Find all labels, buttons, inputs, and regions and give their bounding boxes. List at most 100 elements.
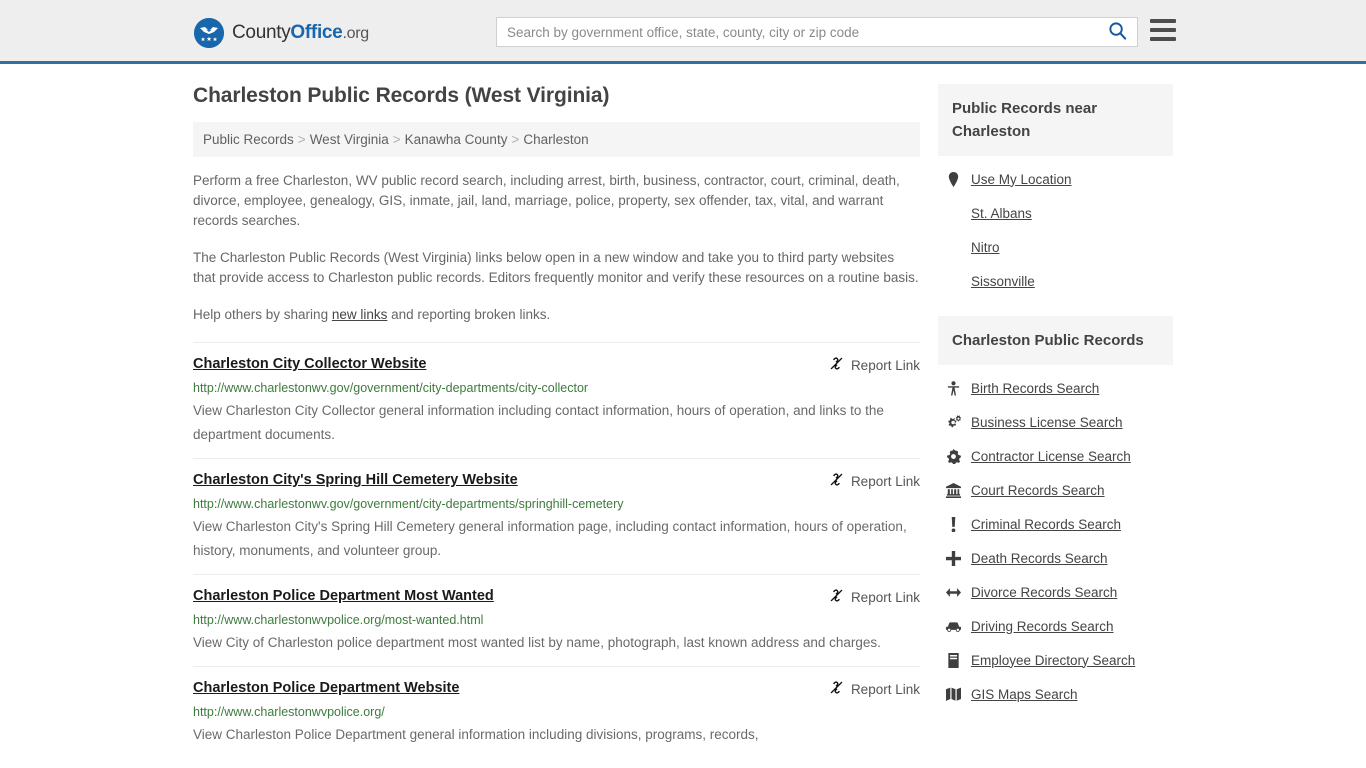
plus-cross-icon bbox=[946, 550, 962, 566]
sidebar-list-item: Nitro bbox=[938, 230, 1173, 264]
sidebar-link-business-license-search[interactable]: Business License Search bbox=[971, 415, 1123, 430]
sidebar-list-item: Contractor License Search bbox=[938, 439, 1173, 473]
report-link-label: Report Link bbox=[850, 473, 920, 489]
charleston-records-heading: Charleston Public Records bbox=[937, 316, 1173, 365]
report-link-button[interactable]: Report Link bbox=[829, 355, 920, 374]
hamburger-bar-2 bbox=[1150, 28, 1176, 32]
sidebar-link-criminal-records-search[interactable]: Criminal Records Search bbox=[971, 517, 1121, 532]
site-header: CountyOffice.org bbox=[0, 0, 1366, 64]
sidebar-link-sissonville[interactable]: Sissonville bbox=[971, 274, 1035, 289]
report-link-button[interactable]: Report Link bbox=[829, 587, 920, 606]
map-icon bbox=[946, 686, 962, 702]
sidebar-list-item: Divorce Records Search bbox=[938, 575, 1173, 609]
result-title-link[interactable]: Charleston City Collector Website bbox=[193, 355, 426, 374]
breadcrumb-separator: > bbox=[511, 132, 520, 147]
sidebar-link-divorce-records-search[interactable]: Divorce Records Search bbox=[971, 585, 1117, 600]
result-item: Charleston City Collector Website Report … bbox=[193, 342, 920, 458]
hamburger-bar-3 bbox=[1150, 37, 1176, 41]
cogs-icon bbox=[946, 414, 962, 430]
result-header: Charleston Police Department Website Repo… bbox=[193, 679, 920, 698]
search-icon bbox=[1108, 21, 1127, 43]
intro-paragraph-3: Help others by sharing new links and rep… bbox=[193, 305, 920, 325]
result-title-link[interactable]: Charleston City's Spring Hill Cemetery W… bbox=[193, 471, 518, 490]
share-text-pre: Help others by sharing bbox=[193, 307, 332, 322]
baby-icon bbox=[946, 380, 962, 396]
report-link-label: Report Link bbox=[850, 357, 920, 373]
sidebar-list-item: Sissonville bbox=[938, 264, 1173, 298]
result-description: View City of Charleston police departmen… bbox=[193, 635, 881, 650]
breadcrumb-item-west-virginia[interactable]: West Virginia bbox=[310, 132, 389, 147]
share-text-post: and reporting broken links. bbox=[387, 307, 551, 322]
sidebar-list-item: Driving Records Search bbox=[938, 609, 1173, 643]
sidebar-list-item: St. Albans bbox=[938, 196, 1173, 230]
breadcrumb-item-public-records[interactable]: Public Records bbox=[203, 132, 294, 147]
sidebar-link-gis-maps-search[interactable]: GIS Maps Search bbox=[971, 687, 1078, 702]
sidebar-link-st-albans[interactable]: St. Albans bbox=[971, 206, 1032, 221]
sidebar-link-use-my-location[interactable]: Use My Location bbox=[971, 172, 1072, 187]
result-item: Charleston Police Department Most Wanted… bbox=[193, 574, 920, 666]
report-link-button[interactable]: Report Link bbox=[829, 679, 920, 698]
sidebar-link-birth-records-search[interactable]: Birth Records Search bbox=[971, 381, 1099, 396]
sidebar-link-contractor-license-search[interactable]: Contractor License Search bbox=[971, 449, 1131, 464]
sidebar-link-nitro[interactable]: Nitro bbox=[971, 240, 1000, 255]
cog-icon bbox=[946, 448, 962, 464]
no-icon bbox=[946, 239, 962, 255]
broken-link-icon bbox=[829, 680, 844, 698]
no-icon bbox=[946, 273, 962, 289]
report-link-label: Report Link bbox=[850, 589, 920, 605]
brand-part-office: Office bbox=[290, 22, 343, 43]
main-content: Charleston Public Records (West Virginia… bbox=[193, 84, 920, 758]
new-links-link[interactable]: new links bbox=[332, 307, 388, 322]
report-link-button[interactable]: Report Link bbox=[829, 471, 920, 490]
brand-part-county: County bbox=[232, 22, 291, 43]
result-item: Charleston Police Department Website Repo… bbox=[193, 666, 920, 758]
result-header: Charleston City Collector Website Report … bbox=[193, 355, 920, 374]
sidebar-link-driving-records-search[interactable]: Driving Records Search bbox=[971, 619, 1114, 634]
result-title-link[interactable]: Charleston Police Department Website bbox=[193, 679, 459, 698]
breadcrumb: Public Records > West Virginia > Kanawha Cou… bbox=[193, 122, 920, 157]
charleston-records-panel: Charleston Public Records Birth Records … bbox=[937, 316, 1173, 711]
arrows-horizontal-icon bbox=[946, 584, 962, 600]
nearby-records-heading: Public Records near Charleston bbox=[937, 84, 1173, 156]
sidebar-list-item: Business License Search bbox=[938, 405, 1173, 439]
brand-wordmark: CountyOffice.org bbox=[232, 22, 369, 44]
result-header: Charleston Police Department Most Wanted… bbox=[193, 587, 920, 606]
intro-paragraph-1: Perform a free Charleston, WV public rec… bbox=[193, 173, 900, 228]
sidebar-link-court-records-search[interactable]: Court Records Search bbox=[971, 483, 1105, 498]
result-url-link[interactable]: http://www.charlestonwv.gov/government/c… bbox=[193, 496, 920, 512]
nearby-records-panel: Public Records near Charleston Use My Lo… bbox=[937, 84, 1173, 298]
exclamation-icon bbox=[946, 516, 962, 532]
result-header: Charleston City's Spring Hill Cemetery W… bbox=[193, 471, 920, 490]
sidebar-link-death-records-search[interactable]: Death Records Search bbox=[971, 551, 1108, 566]
result-url-link[interactable]: http://www.charlestonwvpolice.org/ bbox=[193, 704, 920, 720]
nearby-records-list: Use My Location St. Albans Nitro Sissonvill… bbox=[938, 156, 1173, 298]
page-title: Charleston Public Records (West Virginia… bbox=[193, 84, 610, 107]
site-logo[interactable]: CountyOffice.org bbox=[194, 18, 369, 48]
bank-icon bbox=[946, 482, 962, 498]
intro-paragraph-2: The Charleston Public Records (West Virg… bbox=[193, 250, 919, 285]
hamburger-menu-button[interactable] bbox=[1150, 19, 1176, 41]
search-input[interactable] bbox=[497, 18, 1097, 46]
sidebar-list-item: Death Records Search bbox=[938, 541, 1173, 575]
county-office-eagle-logo-icon bbox=[194, 18, 224, 48]
map-pin-icon bbox=[946, 171, 962, 187]
sidebar-list-item: Criminal Records Search bbox=[938, 507, 1173, 541]
result-description: View Charleston Police Department genera… bbox=[193, 727, 759, 742]
breadcrumb-item-charleston: Charleston bbox=[523, 132, 589, 147]
result-url-link[interactable]: http://www.charlestonwvpolice.org/most-w… bbox=[193, 612, 920, 628]
car-icon bbox=[946, 618, 962, 634]
broken-link-icon bbox=[829, 356, 844, 374]
sidebar-list-item: Court Records Search bbox=[938, 473, 1173, 507]
breadcrumb-separator: > bbox=[297, 132, 306, 147]
search-button[interactable] bbox=[1097, 18, 1137, 46]
sidebar-list-item: Employee Directory Search bbox=[938, 643, 1173, 677]
search-bar[interactable] bbox=[496, 17, 1138, 47]
sidebar-link-employee-directory-search[interactable]: Employee Directory Search bbox=[971, 653, 1135, 668]
broken-link-icon bbox=[829, 472, 844, 490]
breadcrumb-item-kanawha-county[interactable]: Kanawha County bbox=[405, 132, 508, 147]
result-description: View Charleston City Collector general i… bbox=[193, 403, 884, 442]
result-description: View Charleston City's Spring Hill Cemet… bbox=[193, 519, 907, 558]
result-title-link[interactable]: Charleston Police Department Most Wanted bbox=[193, 587, 494, 606]
sidebar-list-item: Use My Location bbox=[938, 162, 1173, 196]
result-url-link[interactable]: http://www.charlestonwv.gov/government/c… bbox=[193, 380, 920, 396]
